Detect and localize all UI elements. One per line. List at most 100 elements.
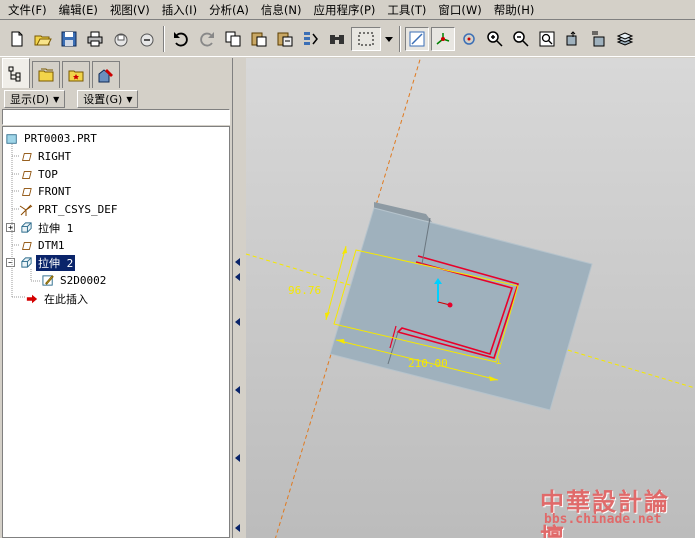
tree-item-right[interactable]: RIGHT — [19, 148, 73, 165]
tree-item-label: 在此插入 — [44, 292, 88, 306]
model-tree-panel: 显示(D) ▼ 设置(G) ▼ PRT0003.PRT RIGHT TOP FR… — [0, 58, 232, 538]
find-button[interactable] — [325, 27, 349, 51]
orient-button[interactable] — [561, 27, 585, 51]
link-button[interactable] — [135, 27, 159, 51]
chevron-down-icon: ▼ — [53, 94, 60, 104]
paste-button[interactable] — [247, 27, 271, 51]
tree-item-front[interactable]: FRONT — [19, 183, 73, 200]
menu-insert[interactable]: 插入(I) — [156, 0, 203, 20]
folder-browser-icon — [38, 68, 54, 82]
spin-center-toggle[interactable] — [457, 27, 481, 51]
expand-toggle[interactable]: + — [6, 223, 15, 232]
orient-icon — [566, 30, 577, 45]
datum-axis-toggle[interactable] — [431, 26, 455, 51]
tree-item-top[interactable]: TOP — [19, 166, 60, 183]
datum-plane-icon — [19, 168, 33, 182]
datum-plane-icon — [409, 31, 425, 46]
tree-item-dtm1[interactable]: DTM1 — [19, 237, 67, 254]
redo-icon — [200, 31, 214, 46]
menu-tools[interactable]: 工具(T) — [381, 0, 432, 20]
sketch-icon — [41, 274, 55, 288]
datum-plane-icon — [19, 239, 33, 253]
mail-icon — [114, 33, 128, 46]
tree-item-root[interactable]: PRT0003.PRT — [5, 130, 99, 147]
toolbar-separator — [399, 25, 401, 52]
datum-axis-icon — [436, 32, 450, 45]
tree-item-sketch[interactable]: S2D0002 — [41, 272, 108, 289]
tab-connections[interactable] — [92, 61, 120, 88]
tree-item-label: PRT_CSYS_DEF — [38, 203, 118, 216]
open-button[interactable] — [31, 27, 55, 51]
select-box-button[interactable] — [351, 26, 381, 51]
tree-filter-field[interactable] — [2, 109, 230, 125]
mail-button[interactable] — [109, 27, 133, 51]
collapse-arrow-icon — [235, 524, 240, 532]
regenerate-button[interactable] — [299, 27, 323, 51]
model-graphics: 96.76 210.00 ⊥ — [246, 58, 695, 538]
extrude-icon — [19, 221, 33, 235]
print-button[interactable] — [83, 27, 107, 51]
favorites-icon — [68, 70, 84, 82]
zoom-out-icon — [513, 30, 529, 47]
menu-edit[interactable]: 编辑(E) — [53, 0, 104, 20]
model-tree-icon — [8, 66, 21, 81]
named-view-button[interactable] — [587, 27, 611, 51]
zoom-in-icon — [487, 30, 503, 47]
tree-item-csys[interactable]: PRT_CSYS_DEF — [19, 201, 119, 218]
chevron-down-icon: ▼ — [126, 94, 133, 104]
menu-bar: 文件(F) 编辑(E) 视图(V) 插入(I) 分析(A) 信息(N) 应用程序… — [0, 0, 695, 20]
tab-favorites[interactable] — [62, 61, 90, 88]
collapse-arrow-icon — [235, 258, 240, 266]
menu-help[interactable]: 帮助(H) — [488, 0, 541, 20]
collapse-arrow-icon — [235, 454, 240, 462]
undo-button[interactable] — [169, 27, 193, 51]
graphics-window[interactable]: 96.76 210.00 ⊥ — [246, 58, 695, 538]
paste-special-button[interactable] — [273, 27, 297, 51]
tree-item-extrude-1[interactable]: 拉伸 1 — [19, 219, 75, 236]
redo-button[interactable] — [195, 27, 219, 51]
dimension-width-label[interactable]: 210.00 — [408, 357, 448, 370]
collapse-toggle[interactable]: − — [6, 258, 15, 267]
tab-model-tree[interactable] — [2, 58, 30, 88]
zoom-in-button[interactable] — [483, 27, 507, 51]
model-tree: PRT0003.PRT RIGHT TOP FRONT PRT_CSYS_DEF… — [2, 126, 230, 538]
app-window: 文件(F) 编辑(E) 视图(V) 插入(I) 分析(A) 信息(N) 应用程序… — [0, 0, 695, 538]
menu-file[interactable]: 文件(F) — [2, 0, 53, 20]
show-label: 显示(D) — [10, 93, 50, 106]
dimension-height-label[interactable]: 96.76 — [288, 284, 321, 297]
main-toolbar — [0, 21, 695, 57]
datum-plane-toggle[interactable] — [405, 26, 429, 51]
filter-dropdown-button[interactable] — [383, 27, 395, 51]
tree-item-label: S2D0002 — [60, 274, 107, 287]
tree-item-label: 拉伸 2 — [36, 254, 76, 271]
menu-window[interactable]: 窗口(W) — [432, 0, 487, 20]
tree-item-insert-here[interactable]: 在此插入 — [25, 290, 90, 307]
find-icon — [330, 34, 344, 44]
tree-item-label: FRONT — [38, 185, 72, 198]
panel-splitter[interactable] — [232, 58, 246, 538]
tree-item-label: PRT0003.PRT — [24, 132, 97, 145]
copy-button[interactable] — [221, 27, 245, 51]
refit-button[interactable] — [535, 27, 559, 51]
menu-analysis[interactable]: 分析(A) — [203, 0, 255, 20]
settings-dropdown[interactable]: 设置(G) ▼ — [77, 90, 139, 108]
print-icon — [87, 31, 103, 46]
menu-info[interactable]: 信息(N) — [255, 0, 308, 20]
new-button[interactable] — [5, 27, 29, 51]
csys-origin — [447, 302, 453, 308]
collapse-arrow-icon — [235, 273, 240, 281]
layers-button[interactable] — [613, 27, 637, 51]
menu-applications[interactable]: 应用程序(P) — [307, 0, 381, 20]
open-icon — [34, 35, 52, 45]
tree-item-extrude-2[interactable]: 拉伸 2 — [19, 254, 76, 271]
zoom-out-button[interactable] — [509, 27, 533, 51]
menu-view[interactable]: 视图(V) — [104, 0, 156, 20]
show-dropdown[interactable]: 显示(D) ▼ — [4, 90, 66, 108]
named-view-icon — [592, 31, 605, 46]
tree-item-label: TOP — [38, 168, 58, 181]
tree-item-label: RIGHT — [38, 150, 72, 163]
toolbar-separator — [163, 25, 165, 52]
settings-label: 设置(G) — [83, 93, 123, 106]
save-button[interactable] — [57, 27, 81, 51]
tab-folder-browser[interactable] — [32, 61, 60, 88]
